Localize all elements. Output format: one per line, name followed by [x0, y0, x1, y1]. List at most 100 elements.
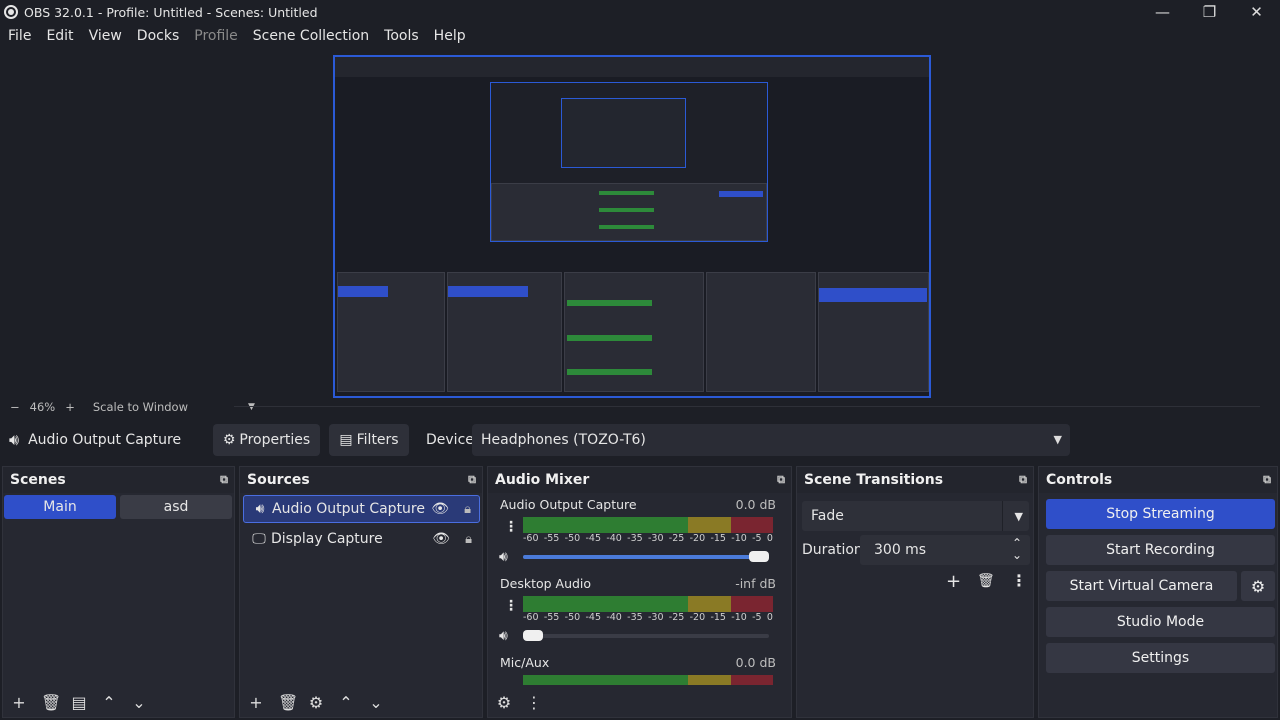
volume-slider-fill — [523, 555, 759, 559]
mixer-footer: ⚙ ⋮ — [488, 687, 791, 717]
preview-nested-meter — [599, 191, 654, 195]
menu-file[interactable]: File — [8, 28, 31, 44]
add-icon[interactable]: + — [946, 571, 961, 592]
preview-meter-3 — [567, 369, 652, 375]
more-vertical-icon[interactable]: ⋮ — [504, 519, 518, 535]
mixer-channel-db: -inf dB — [735, 576, 776, 591]
scenes-footer: + 🗑︎ ▤ ⌃ ⌄ — [3, 687, 234, 717]
mixer-channel-name: Desktop Audio — [500, 576, 592, 591]
source-item-audio-output-capture[interactable]: 🔊︎ Audio Output Capture 👁︎ 🔒︎ — [243, 495, 480, 523]
device-label: Device — [426, 432, 474, 448]
chevron-up-icon[interactable]: ⌃ — [101, 693, 117, 712]
preview-source-selected — [448, 286, 528, 297]
zoom-level: 46% — [29, 399, 56, 414]
undock-icon[interactable]: ⧉ — [1263, 473, 1271, 487]
chevron-down-icon: ▼ — [1053, 433, 1062, 446]
lock-icon[interactable]: 🔒︎ — [464, 502, 471, 517]
duration-input[interactable]: 300 ms ⌃ ⌄ — [860, 535, 1030, 565]
preview-meter-1 — [567, 300, 652, 306]
scale-mode[interactable]: Scale to Window — [93, 400, 188, 414]
audio-mixer-dock-title: Audio Mixer ⧉ — [488, 467, 791, 493]
scenes-dock: Scenes ⧉ Main asd + 🗑︎ ▤ ⌃ ⌄ — [2, 466, 235, 718]
more-vertical-icon[interactable]: ⋮ — [526, 693, 542, 712]
trash-icon[interactable]: 🗑︎ — [977, 573, 995, 589]
volume-slider-knob[interactable] — [749, 551, 769, 562]
scene-transitions-dock-title: Scene Transitions ⧉ — [797, 467, 1033, 493]
virtual-camera-settings-gear-icon[interactable]: ⚙ — [1241, 571, 1275, 601]
obs-logo-icon — [4, 5, 18, 19]
undock-icon[interactable]: ⧉ — [468, 473, 476, 487]
volume-meter — [523, 596, 773, 612]
mixer-channel-db: 0.0 dB — [735, 497, 776, 512]
eye-icon[interactable]: 👁︎ — [432, 531, 450, 547]
minimize-button[interactable]: — — [1139, 0, 1186, 24]
trash-icon[interactable]: 🗑︎ — [41, 693, 61, 712]
add-icon[interactable]: + — [11, 693, 27, 712]
maximize-button[interactable]: ❐ — [1186, 0, 1233, 24]
volume-slider-knob[interactable] — [523, 630, 543, 641]
speaker-icon[interactable]: 🔊︎ — [499, 549, 508, 565]
more-vertical-icon[interactable]: ⋮ — [1011, 571, 1027, 590]
controls-dock-title: Controls ⧉ — [1039, 467, 1277, 493]
menu-edit[interactable]: Edit — [46, 28, 73, 44]
zoom-out-button[interactable]: − — [10, 400, 20, 414]
title-bar: OBS 32.0.1 - Profile: Untitled - Scenes:… — [0, 0, 1280, 24]
window-title: OBS 32.0.1 - Profile: Untitled - Scenes:… — [24, 4, 318, 20]
menu-tools[interactable]: Tools — [384, 28, 419, 44]
menu-scene-collection[interactable]: Scene Collection — [253, 28, 369, 44]
preview-nested-preview — [490, 82, 768, 242]
zoom-bar: − 46% + Scale to Window ▼ — [0, 398, 1280, 415]
mixer-channel: Audio Output Capture 0.0 dB ⋮ -60 -55 -50-… — [496, 497, 776, 572]
sources-dock-title: Sources ⧉ — [240, 467, 482, 493]
chevron-down-icon[interactable]: ⌄ — [368, 693, 384, 712]
preview-scene-main — [338, 286, 388, 297]
monitor-icon: 🖵 — [252, 531, 266, 547]
mixer-channel: Desktop Audio -inf dB ⋮ -60 -55 -50 -45 -40-… — [496, 576, 776, 651]
more-vertical-icon[interactable]: ⋮ — [504, 598, 518, 614]
start-recording-button[interactable]: Start Recording — [1046, 535, 1275, 565]
undock-icon[interactable]: ⧉ — [1019, 473, 1027, 487]
volume-slider[interactable] — [523, 551, 769, 562]
close-button[interactable]: ✕ — [1233, 0, 1280, 24]
source-item-display-capture[interactable]: 🖵 Display Capture 👁︎ 🔒︎ — [243, 525, 480, 553]
scene-item-main[interactable]: Main — [4, 495, 116, 519]
menu-profile[interactable]: Profile — [194, 28, 238, 44]
stop-streaming-button[interactable]: Stop Streaming — [1046, 499, 1275, 529]
start-virtual-camera-button[interactable]: Start Virtual Camera — [1046, 571, 1237, 601]
menu-help[interactable]: Help — [434, 28, 466, 44]
volume-slider[interactable] — [523, 630, 769, 641]
filter-icon: ▤ — [339, 432, 353, 448]
preview-area — [0, 48, 1280, 398]
settings-button[interactable]: Settings — [1046, 643, 1275, 673]
device-select[interactable]: Headphones (TOZO-T6) ▼ — [472, 424, 1070, 456]
zoom-scroll-track[interactable] — [234, 406, 1260, 407]
chevron-down-icon: ▼ — [1014, 510, 1023, 523]
advanced-audio-gear-icon[interactable]: ⚙ — [496, 693, 512, 712]
speaker-icon[interactable]: 🔊︎ — [499, 628, 508, 644]
preview-meter-2 — [567, 335, 652, 341]
gear-icon[interactable]: ⚙ — [308, 693, 324, 712]
speaker-icon: 🔊︎ — [9, 430, 20, 449]
filter-icon[interactable]: ▤ — [71, 693, 87, 712]
chevron-down-icon[interactable]: ⌄ — [131, 693, 147, 712]
studio-mode-button[interactable]: Studio Mode — [1046, 607, 1275, 637]
gear-icon: ⚙ — [222, 432, 236, 448]
zoom-in-button[interactable]: + — [65, 400, 75, 414]
chevron-up-icon[interactable]: ⌃ — [338, 693, 354, 712]
lock-icon[interactable]: 🔒︎ — [465, 532, 472, 547]
undock-icon[interactable]: ⧉ — [220, 473, 228, 487]
meter-scale: -60 -55 -50 -45 -40 -35 -30 -25 -20 -15 -10 -5 0 — [523, 533, 773, 544]
program-preview[interactable] — [333, 55, 931, 398]
trash-icon[interactable]: 🗑︎ — [278, 693, 298, 712]
add-icon[interactable]: + — [248, 693, 264, 712]
transition-select[interactable]: Fade ▼ — [802, 501, 1029, 531]
properties-button[interactable]: ⚙ Properties — [213, 424, 320, 456]
menu-docks[interactable]: Docks — [137, 28, 179, 44]
undock-icon[interactable]: ⧉ — [777, 473, 785, 487]
eye-icon[interactable]: 👁︎ — [431, 501, 449, 517]
menu-bar: File Edit View Docks Profile Scene Colle… — [0, 24, 1280, 48]
menu-view[interactable]: View — [89, 28, 122, 44]
filters-button[interactable]: ▤ Filters — [329, 424, 409, 456]
chevron-down-icon[interactable]: ⌄ — [1012, 548, 1022, 562]
scene-item-asd[interactable]: asd — [120, 495, 232, 519]
